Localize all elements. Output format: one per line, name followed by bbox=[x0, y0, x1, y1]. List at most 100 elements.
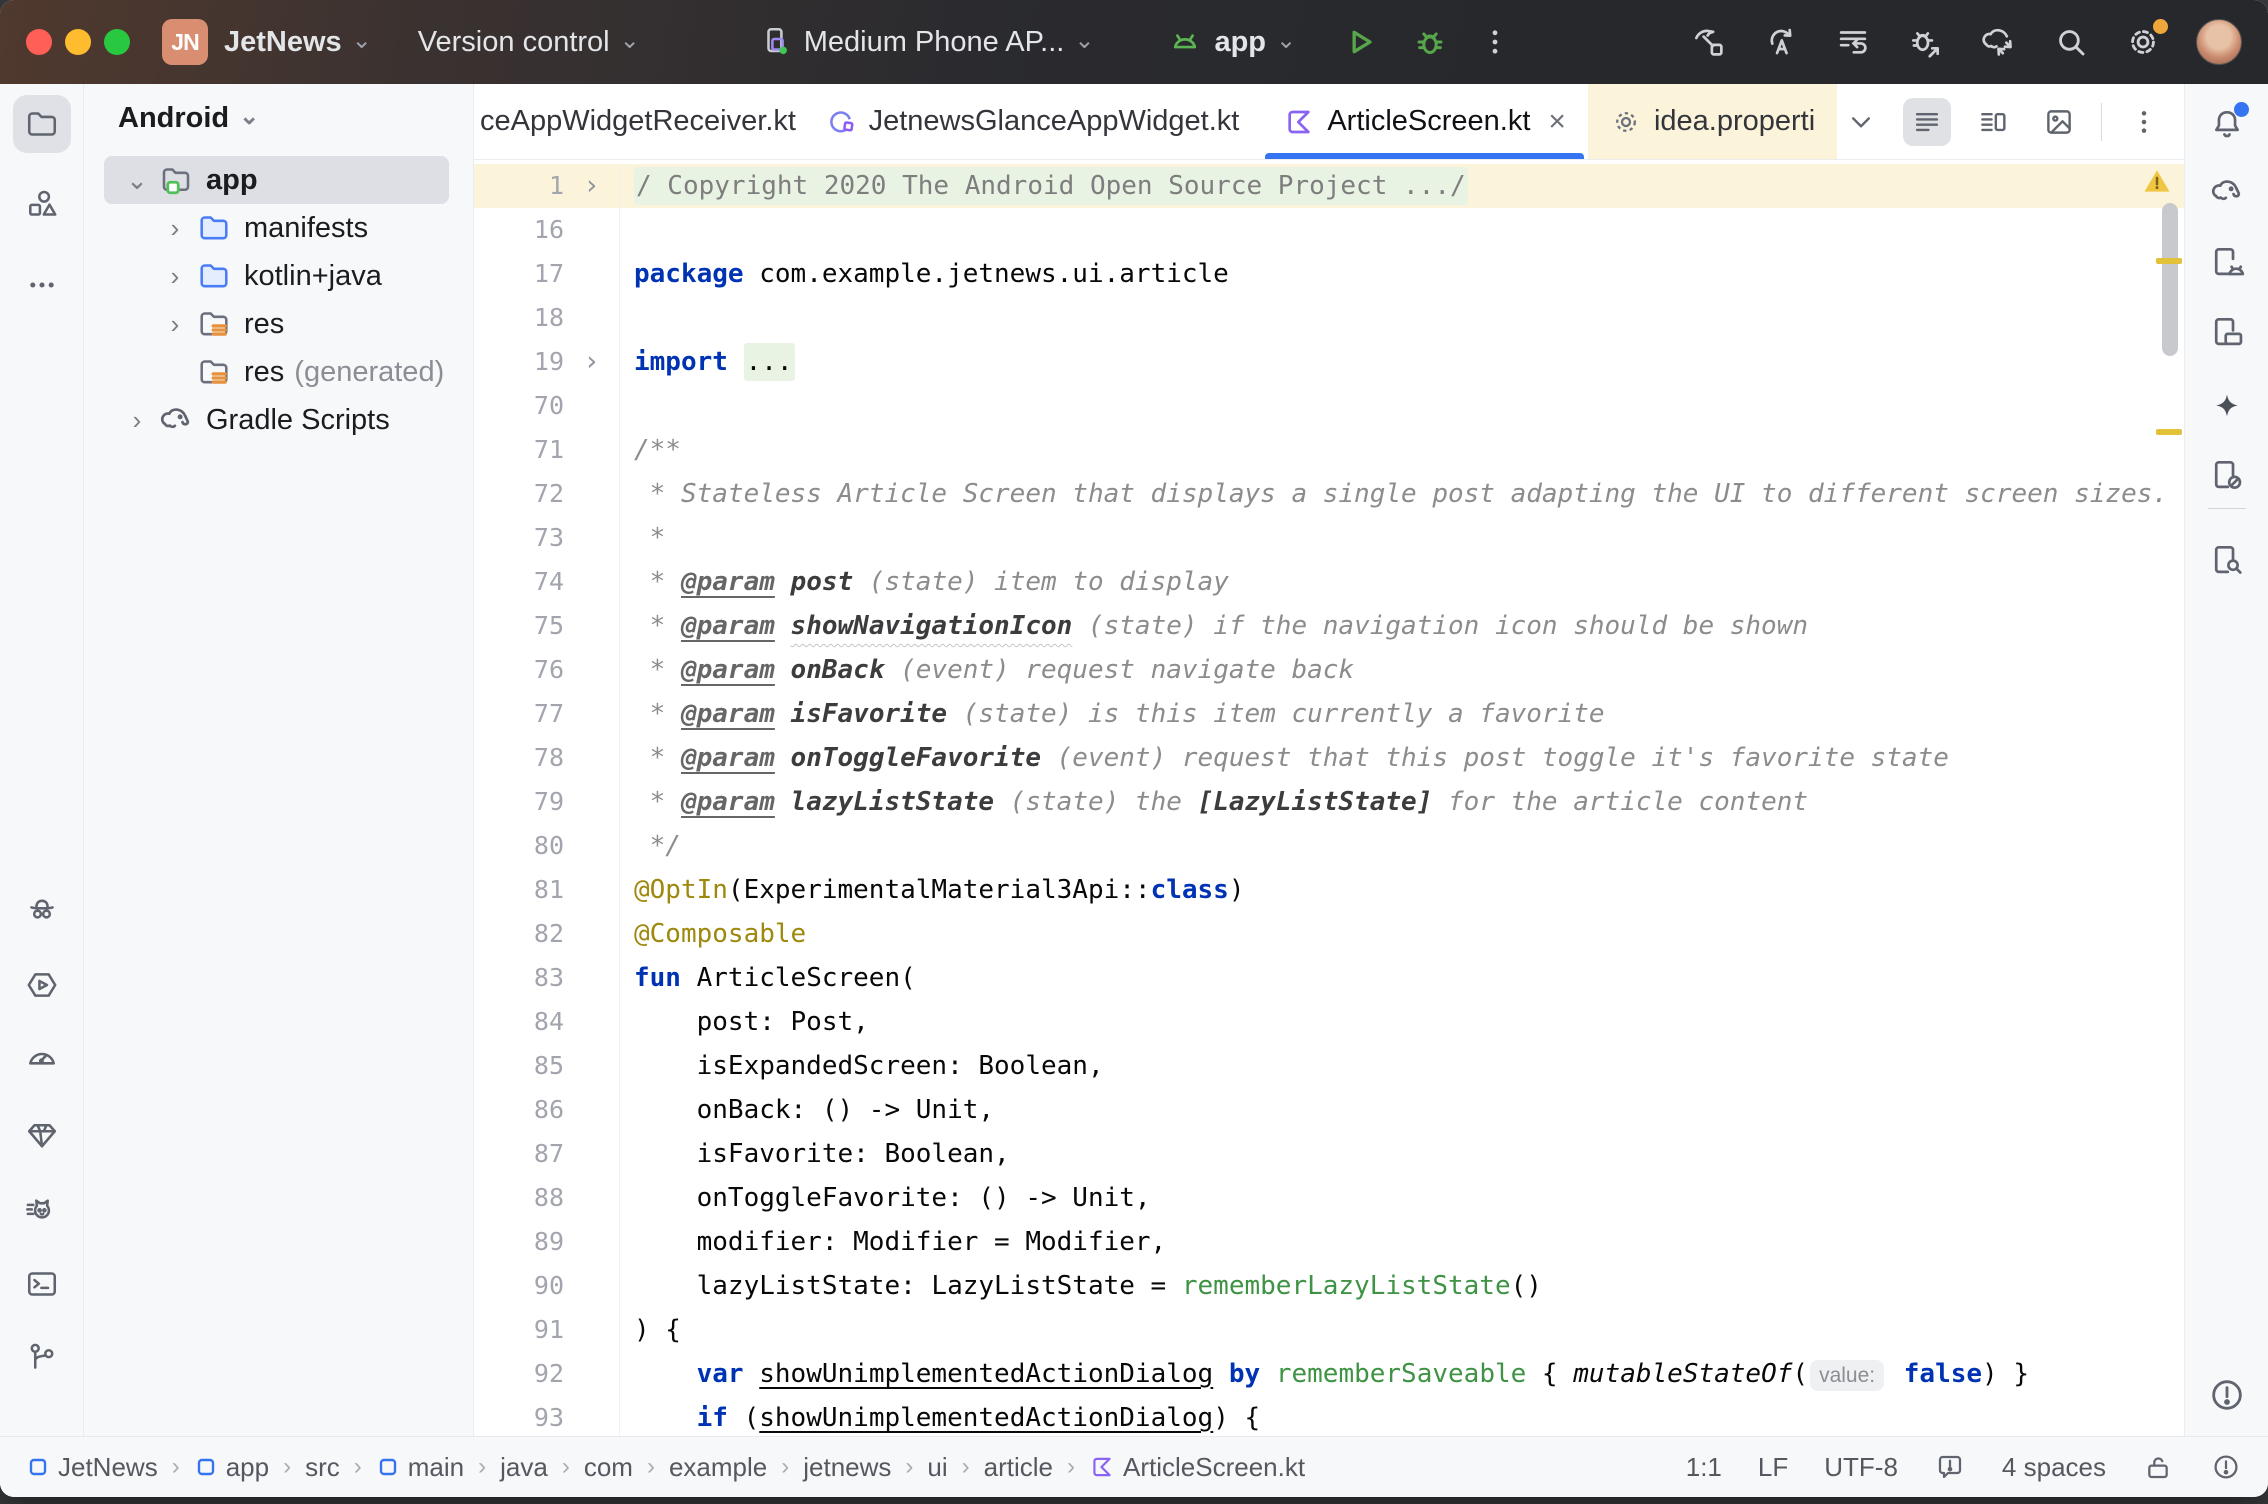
more-vertical-icon[interactable] bbox=[1478, 25, 1512, 59]
terminal-icon[interactable] bbox=[24, 1266, 60, 1302]
more-vertical-icon[interactable] bbox=[2120, 98, 2168, 146]
code-area[interactable]: 1›/ Copyright 2020 The Android Open Sour… bbox=[474, 160, 2184, 1436]
caret-position[interactable]: 1:1 bbox=[1686, 1452, 1722, 1483]
code-line-92[interactable]: 92 var showUnimplementedActionDialog by … bbox=[474, 1352, 2184, 1396]
breadcrumb-item-example[interactable]: example bbox=[669, 1452, 767, 1483]
tab-idea-properti[interactable]: idea.properti bbox=[1588, 84, 1837, 159]
breadcrumb-item-com[interactable]: com bbox=[584, 1452, 633, 1483]
breadcrumb-item-java[interactable]: java bbox=[500, 1452, 548, 1483]
view-code-icon[interactable] bbox=[1903, 98, 1951, 146]
run-configuration[interactable]: app ⌄ bbox=[1166, 23, 1296, 61]
editor-scrollbar[interactable] bbox=[2162, 203, 2178, 356]
logcat-icon[interactable] bbox=[24, 1192, 60, 1228]
warning-stripe-mark[interactable] bbox=[2156, 258, 2182, 264]
run-icon[interactable] bbox=[1340, 22, 1380, 62]
inspection-warning-icon[interactable] bbox=[2142, 166, 2172, 201]
code-line-82[interactable]: 82@Composable bbox=[474, 912, 2184, 956]
breadcrumb-item-article[interactable]: article bbox=[984, 1452, 1053, 1483]
code-line-73[interactable]: 73 * bbox=[474, 516, 2184, 560]
code-line-19[interactable]: 19›import ... bbox=[474, 340, 2184, 384]
error-circle-icon[interactable] bbox=[2210, 1451, 2242, 1483]
indent-setting[interactable]: 4 spaces bbox=[2002, 1452, 2106, 1483]
settings-icon[interactable] bbox=[2124, 23, 2162, 61]
breadcrumb-item-jetnews[interactable]: JetNews bbox=[26, 1452, 158, 1483]
code-line-70[interactable]: 70 bbox=[474, 384, 2184, 428]
tree-item-res[interactable]: ›res bbox=[104, 300, 449, 348]
breadcrumb-item-articlescreen-kt[interactable]: ArticleScreen.kt bbox=[1089, 1452, 1305, 1483]
gradle-icon[interactable] bbox=[2208, 173, 2246, 211]
code-line-81[interactable]: 81@OptIn(ExperimentalMaterial3Api::class… bbox=[474, 868, 2184, 912]
code-line-84[interactable]: 84 post: Post, bbox=[474, 1000, 2184, 1044]
tab-list-chevron-icon[interactable] bbox=[1837, 98, 1885, 146]
zoom-window-button[interactable] bbox=[104, 29, 130, 55]
file-encoding[interactable]: UTF-8 bbox=[1824, 1452, 1898, 1483]
code-line-87[interactable]: 87 isFavorite: Boolean, bbox=[474, 1132, 2184, 1176]
breadcrumb-item-jetnews[interactable]: jetnews bbox=[803, 1452, 891, 1483]
warning-stripe-mark[interactable] bbox=[2156, 429, 2182, 435]
code-line-80[interactable]: 80 */ bbox=[474, 824, 2184, 868]
tab-articlescreen-kt[interactable]: ArticleScreen.kt× bbox=[1261, 84, 1588, 159]
build-icon[interactable] bbox=[1690, 23, 1728, 61]
code-line-17[interactable]: 17package com.example.jetnews.ui.article bbox=[474, 252, 2184, 296]
search-icon[interactable] bbox=[2052, 23, 2090, 61]
gradle-sync-icon[interactable] bbox=[1978, 22, 2018, 62]
breadcrumb-item-main[interactable]: main bbox=[376, 1452, 464, 1483]
view-split-icon[interactable] bbox=[1969, 98, 2017, 146]
breadcrumb-item-ui[interactable]: ui bbox=[927, 1452, 947, 1483]
code-line-93[interactable]: 93 if (showUnimplementedActionDialog) { bbox=[474, 1396, 2184, 1436]
tree-item-gradle-scripts[interactable]: ›Gradle Scripts bbox=[104, 396, 449, 444]
code-line-1[interactable]: 1›/ Copyright 2020 The Android Open Sour… bbox=[474, 164, 2184, 208]
tree-chevron-icon[interactable]: › bbox=[156, 309, 194, 340]
unlock-icon[interactable] bbox=[2142, 1451, 2174, 1483]
code-line-74[interactable]: 74 * @param post (state) item to display bbox=[474, 560, 2184, 604]
resource-manager-icon[interactable] bbox=[24, 186, 60, 222]
project-widget[interactable]: JN JetNews ⌄ bbox=[162, 19, 372, 65]
debug-icon[interactable] bbox=[1410, 22, 1450, 62]
code-line-75[interactable]: 75 * @param showNavigationIcon (state) i… bbox=[474, 604, 2184, 648]
code-line-90[interactable]: 90 lazyListState: LazyListState = rememb… bbox=[474, 1264, 2184, 1308]
tree-chevron-icon[interactable]: ⌄ bbox=[118, 165, 156, 196]
tree-item-manifests[interactable]: ›manifests bbox=[104, 204, 449, 252]
device-selector[interactable]: Medium Phone AP... ⌄ bbox=[758, 24, 1095, 60]
breadcrumb-item-src[interactable]: src bbox=[305, 1452, 340, 1483]
device-explorer-icon[interactable] bbox=[2208, 541, 2246, 579]
apply-restart-icon[interactable] bbox=[1834, 23, 1872, 61]
version-control-menu[interactable]: Version control ⌄ bbox=[418, 26, 640, 59]
code-line-88[interactable]: 88 onToggleFavorite: () -> Unit, bbox=[474, 1176, 2184, 1220]
tree-item-kotlin-java[interactable]: ›kotlin+java bbox=[104, 252, 449, 300]
project-folder-icon[interactable] bbox=[13, 95, 71, 153]
breadcrumb-item-app[interactable]: app bbox=[194, 1452, 269, 1483]
app-inspection-icon[interactable] bbox=[24, 893, 60, 929]
tree-item-app[interactable]: ⌄app bbox=[104, 156, 449, 204]
code-line-77[interactable]: 77 * @param isFavorite (state) is this i… bbox=[474, 692, 2184, 736]
gemini-icon[interactable] bbox=[2208, 387, 2246, 425]
tree-item-res[interactable]: res(generated) bbox=[104, 348, 449, 396]
running-devices-icon[interactable] bbox=[2208, 313, 2246, 351]
close-window-button[interactable] bbox=[26, 29, 52, 55]
view-design-icon[interactable] bbox=[2035, 98, 2083, 146]
minimize-window-button[interactable] bbox=[65, 29, 91, 55]
notifications-icon[interactable] bbox=[2208, 105, 2246, 143]
device-manager-icon[interactable] bbox=[2208, 243, 2246, 281]
tab-jetnewsglanceappwidget-kt[interactable]: JetnewsGlanceAppWidget.kt bbox=[803, 84, 1262, 159]
fold-marker-icon[interactable]: › bbox=[564, 340, 620, 384]
tree-chevron-icon[interactable]: › bbox=[156, 213, 194, 244]
tree-chevron-icon[interactable]: › bbox=[118, 405, 156, 436]
code-line-72[interactable]: 72 * Stateless Article Screen that displ… bbox=[474, 472, 2184, 516]
project-view-selector[interactable]: Android ⌄ bbox=[84, 92, 473, 144]
code-line-16[interactable]: 16 bbox=[474, 208, 2184, 252]
tab-ceappwidgetreceiver-kt[interactable]: ceAppWidgetReceiver.kt bbox=[474, 84, 803, 159]
inspection-bubble-icon[interactable] bbox=[1934, 1451, 1966, 1483]
code-line-79[interactable]: 79 * @param lazyListState (state) the [L… bbox=[474, 780, 2184, 824]
profiler-icon[interactable] bbox=[24, 1039, 60, 1075]
close-tab-icon[interactable]: × bbox=[1548, 105, 1566, 139]
more-windows-icon[interactable] bbox=[25, 268, 59, 302]
code-line-83[interactable]: 83fun ArticleScreen( bbox=[474, 956, 2184, 1000]
code-line-18[interactable]: 18 bbox=[474, 296, 2184, 340]
code-line-89[interactable]: 89 modifier: Modifier = Modifier, bbox=[474, 1220, 2184, 1264]
code-line-71[interactable]: 71/** bbox=[474, 428, 2184, 472]
fold-marker-icon[interactable]: › bbox=[564, 164, 620, 208]
avatar[interactable] bbox=[2196, 19, 2242, 65]
run-toolwindow-icon[interactable] bbox=[24, 967, 60, 1003]
code-line-78[interactable]: 78 * @param onToggleFavorite (event) req… bbox=[474, 736, 2184, 780]
